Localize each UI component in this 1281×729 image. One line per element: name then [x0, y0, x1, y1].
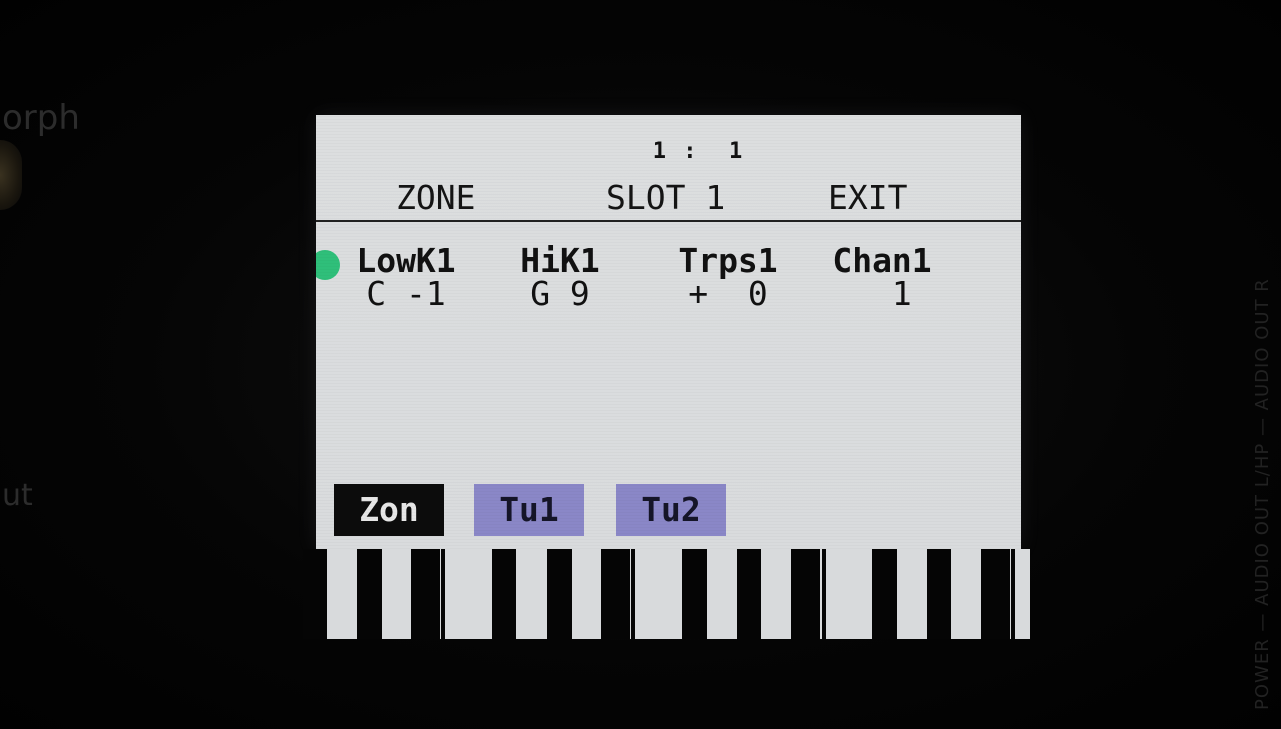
lcd-screen: 1 : 1 ZONE SLOT 1 EXIT LowK1 C -1 HiK1 G…	[316, 115, 1021, 549]
keyboard-black-key[interactable]	[682, 549, 707, 639]
param-value: G 9	[530, 274, 590, 313]
bezel-label-out: ut	[2, 478, 33, 513]
keyboard-black-key[interactable]	[1011, 549, 1015, 639]
bezel-label-audio-out: POWER — AUDIO OUT L/HP — AUDIO OUT R	[1252, 278, 1273, 710]
device-panel: orph ut POWER — AUDIO OUT L/HP — AUDIO O…	[0, 0, 1281, 729]
keyboard-black-key[interactable]	[822, 549, 826, 639]
keyboard-black-key[interactable]	[927, 549, 951, 639]
keyboard-black-key[interactable]	[791, 549, 820, 639]
keyboard-black-key[interactable]	[411, 549, 440, 639]
keyboard-black-key[interactable]	[737, 549, 761, 639]
param-value: 1	[852, 274, 912, 313]
tab-tu1[interactable]: Tu1	[474, 484, 584, 536]
exit-button[interactable]: EXIT	[828, 178, 907, 217]
tab-tu2[interactable]: Tu2	[616, 484, 726, 536]
keyboard-black-key[interactable]	[601, 549, 630, 639]
keyboard-black-key[interactable]	[357, 549, 382, 639]
zone-button[interactable]: ZONE	[396, 178, 475, 217]
param-channel[interactable]: Chan1 1	[812, 243, 952, 313]
keyboard-black-key[interactable]	[441, 549, 445, 639]
keyboard-strip[interactable]	[303, 549, 1030, 639]
keyboard-black-key[interactable]	[303, 549, 327, 639]
param-value: + 0	[688, 274, 768, 313]
bezel-label-morph: orph	[2, 98, 80, 138]
keyboard-black-key[interactable]	[547, 549, 572, 639]
position-readout: 1 : 1	[652, 139, 745, 164]
param-high-key[interactable]: HiK1 G 9	[490, 243, 630, 313]
param-low-key[interactable]: LowK1 C -1	[336, 243, 476, 313]
slot-button[interactable]: SLOT 1	[606, 178, 725, 217]
param-transpose[interactable]: Trps1 + 0	[658, 243, 798, 313]
keyboard-black-key[interactable]	[872, 549, 897, 639]
knob-icon[interactable]	[0, 140, 22, 210]
keyboard-black-key[interactable]	[981, 549, 1010, 639]
tab-zon[interactable]: Zon	[334, 484, 444, 536]
keyboard-black-key[interactable]	[492, 549, 516, 639]
keyboard-black-key[interactable]	[631, 549, 635, 639]
header-divider	[316, 220, 1021, 222]
param-value: C -1	[366, 274, 446, 313]
